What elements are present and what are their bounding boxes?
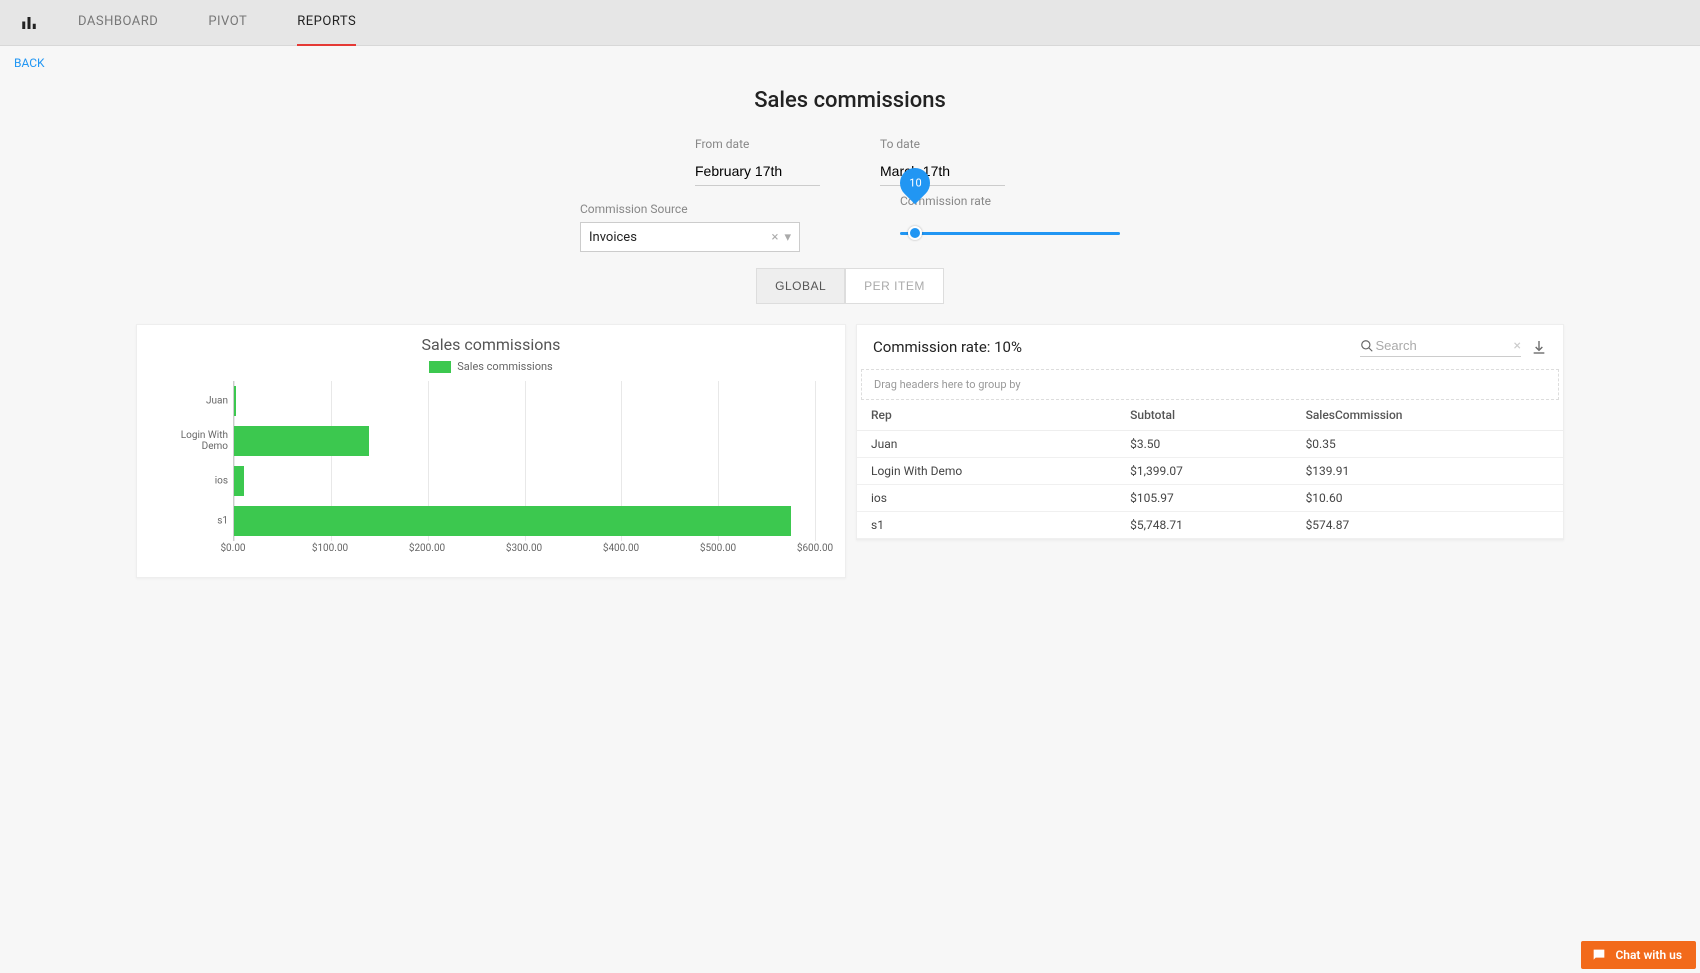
from-date-label: From date xyxy=(695,137,820,151)
x-tick-label: $600.00 xyxy=(797,543,833,554)
chart-panel: Sales commissions Sales commissions Juan… xyxy=(136,324,846,578)
commission-source-value: Invoices xyxy=(589,230,637,245)
bar[interactable] xyxy=(234,386,236,416)
from-date-field: From date xyxy=(695,137,820,186)
chat-label: Chat with us xyxy=(1615,948,1682,962)
bar-row: ios xyxy=(234,461,815,501)
y-tick-label: s1 xyxy=(156,516,228,527)
commission-source-field: Commission Source Invoices × ▾ xyxy=(580,202,800,252)
table-header-row: RepSubtotalSalesCommission xyxy=(857,400,1563,431)
commission-source-select[interactable]: Invoices × ▾ xyxy=(580,222,800,252)
table-column-header[interactable]: SalesCommission xyxy=(1292,400,1563,431)
bar[interactable] xyxy=(234,426,369,456)
gridline xyxy=(815,381,816,541)
chart-legend: Sales commissions xyxy=(155,360,827,373)
content-panels: Sales commissions Sales commissions Juan… xyxy=(126,324,1574,578)
table-cell: $0.35 xyxy=(1292,431,1563,458)
to-date-field: To date xyxy=(880,137,1005,186)
source-and-rate-row: Commission Source Invoices × ▾ Commissio… xyxy=(126,202,1574,252)
table-row[interactable]: ios$105.97$10.60 xyxy=(857,485,1563,512)
table-panel: Commission rate: 10% × Drag headers here… xyxy=(856,324,1564,540)
logo-icon xyxy=(20,14,38,32)
slider-track xyxy=(900,232,1120,235)
table-cell: $1,399.07 xyxy=(1116,458,1291,485)
page-title: Sales commissions xyxy=(126,88,1574,113)
commission-table: RepSubtotalSalesCommission Juan$3.50$0.3… xyxy=(857,400,1563,539)
table-cell: Juan xyxy=(857,431,1116,458)
slider-handle[interactable] xyxy=(908,226,922,240)
toggle-per-item[interactable]: PER ITEM xyxy=(845,268,944,304)
nav-tab-dashboard[interactable]: DASHBOARD xyxy=(78,0,158,46)
x-tick-label: $200.00 xyxy=(409,543,445,554)
chevron-down-icon[interactable]: ▾ xyxy=(784,230,791,245)
search-input[interactable] xyxy=(1374,337,1514,354)
table-column-header[interactable]: Subtotal xyxy=(1116,400,1291,431)
table-search[interactable]: × xyxy=(1360,337,1521,357)
toggle-global[interactable]: GLOBAL xyxy=(756,268,845,304)
table-body: Juan$3.50$0.35Login With Demo$1,399.07$1… xyxy=(857,431,1563,539)
group-by-dropzone[interactable]: Drag headers here to group by xyxy=(861,369,1559,400)
bar[interactable] xyxy=(234,506,791,536)
table-cell: $139.91 xyxy=(1292,458,1563,485)
bar[interactable] xyxy=(234,466,244,496)
table-row[interactable]: s1$5,748.71$574.87 xyxy=(857,512,1563,539)
chat-widget[interactable]: Chat with us xyxy=(1581,941,1696,969)
clear-icon[interactable]: × xyxy=(772,230,779,245)
search-icon xyxy=(1360,339,1374,353)
chart-title: Sales commissions xyxy=(155,335,827,354)
bar-row: Login With Demo xyxy=(234,421,815,461)
table-cell: ios xyxy=(857,485,1116,512)
table-column-header[interactable]: Rep xyxy=(857,400,1116,431)
chart-plot: JuanLogin With Demoioss1 $0.00$100.00$20… xyxy=(155,381,827,561)
x-tick-label: $500.00 xyxy=(700,543,736,554)
x-axis: $0.00$100.00$200.00$300.00$400.00$500.00… xyxy=(233,541,815,561)
top-navigation: DASHBOARD PIVOT REPORTS xyxy=(0,0,1700,46)
table-row[interactable]: Juan$3.50$0.35 xyxy=(857,431,1563,458)
table-cell: $105.97 xyxy=(1116,485,1291,512)
x-tick-label: $300.00 xyxy=(506,543,542,554)
nav-tab-pivot[interactable]: PIVOT xyxy=(208,0,247,46)
to-date-label: To date xyxy=(880,137,1005,151)
date-filters: From date To date xyxy=(126,137,1574,186)
bar-row: Juan xyxy=(234,381,815,421)
nav-tab-reports[interactable]: REPORTS xyxy=(297,0,356,46)
x-tick-label: $0.00 xyxy=(220,543,245,554)
table-title: Commission rate: 10% xyxy=(873,338,1022,356)
table-cell: $10.60 xyxy=(1292,485,1563,512)
table-header-bar: Commission rate: 10% × xyxy=(857,325,1563,369)
y-tick-label: Juan xyxy=(156,396,228,407)
legend-label: Sales commissions xyxy=(457,360,552,373)
y-tick-label: Login With Demo xyxy=(156,430,228,452)
table-cell: $574.87 xyxy=(1292,512,1563,539)
table-tools: × xyxy=(1360,337,1547,357)
y-tick-label: ios xyxy=(156,476,228,487)
table-cell: $5,748.71 xyxy=(1116,512,1291,539)
x-tick-label: $100.00 xyxy=(312,543,348,554)
table-cell: s1 xyxy=(857,512,1116,539)
commission-source-label: Commission Source xyxy=(580,202,800,216)
scope-toggle: GLOBAL PER ITEM xyxy=(126,268,1574,304)
table-row[interactable]: Login With Demo$1,399.07$139.91 xyxy=(857,458,1563,485)
table-cell: $3.50 xyxy=(1116,431,1291,458)
table-cell: Login With Demo xyxy=(857,458,1116,485)
plot-area: JuanLogin With Demoioss1 xyxy=(233,381,815,541)
download-icon[interactable] xyxy=(1531,339,1547,355)
bar-row: s1 xyxy=(234,501,815,541)
x-tick-label: $400.00 xyxy=(603,543,639,554)
chat-icon xyxy=(1591,947,1607,963)
clear-search-icon[interactable]: × xyxy=(1514,338,1521,354)
legend-swatch xyxy=(429,361,451,373)
back-link[interactable]: BACK xyxy=(0,46,59,80)
from-date-input[interactable] xyxy=(695,157,820,186)
commission-rate-slider[interactable]: 10 xyxy=(900,202,1120,235)
